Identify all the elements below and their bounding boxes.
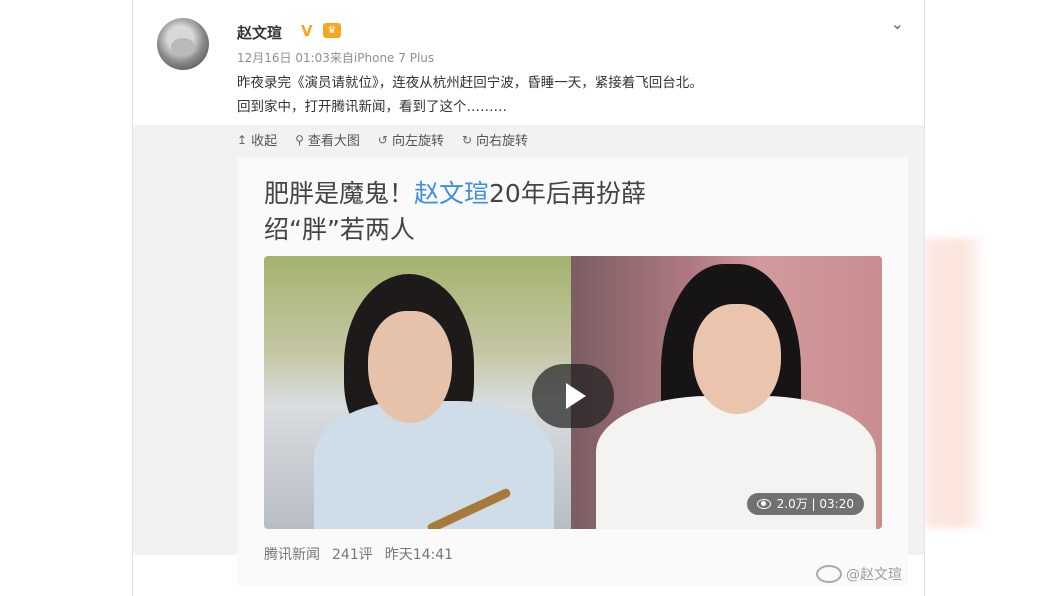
rotate-left-button[interactable]: ↺ 向左旋转	[377, 130, 444, 150]
rotate-left-label: 向左旋转	[391, 134, 444, 149]
thumbnail-left-image	[264, 256, 571, 529]
chevron-down-icon[interactable]: ⌄	[891, 14, 904, 33]
headline-suffix: 20年后再扮薛	[489, 179, 646, 208]
eye-icon	[756, 499, 771, 509]
post-meta: 12月16日 01:03来自iPhone 7 Plus	[237, 51, 435, 65]
news-headline[interactable]: 肥胖是魔鬼！赵文瑄20年后再扮薛 绍“胖”若两人	[264, 176, 824, 248]
watermark-text: @赵文瑄	[846, 567, 902, 583]
post-text: 昨夜录完《演员请就位》，连夜从杭州赶回宁波，昏睡一天，紧接着飞回台北。 回到家中…	[237, 71, 897, 119]
headline-prefix: 肥胖是魔鬼！	[264, 179, 415, 208]
news-preview[interactable]: 肥胖是魔鬼！赵文瑄20年后再扮薛 绍“胖”若两人 2.0万 | 03:20 腾讯…	[237, 158, 908, 586]
figure-face	[693, 304, 781, 414]
collapse-label: 收起	[251, 134, 278, 149]
rotate-left-icon: ↺	[377, 132, 388, 147]
rotate-right-label: 向右旋转	[476, 134, 529, 149]
view-large-button[interactable]: ⚲ 查看大图	[295, 130, 360, 150]
view-large-label: 查看大图	[307, 134, 360, 149]
media-toolbar: ↥ 收起 ⚲ 查看大图 ↺ 向左旋转 ↻ 向右旋转	[237, 130, 529, 150]
verified-icon: V	[301, 22, 313, 40]
crown-icon: ♛	[323, 23, 341, 38]
weibo-logo-icon	[816, 565, 842, 583]
collapse-button[interactable]: ↥ 收起	[237, 130, 278, 150]
video-stats-badge: 2.0万 | 03:20	[746, 493, 864, 515]
news-footer: 腾讯新闻 241评 昨天14:41	[264, 544, 453, 564]
headline-line2: 绍“胖”若两人	[264, 215, 415, 244]
post-text-line: 昨夜录完《演员请就位》，连夜从杭州赶回宁波，昏睡一天，紧接着飞回台北。	[237, 75, 703, 91]
figure-robe	[314, 401, 554, 529]
weibo-watermark: @赵文瑄	[816, 564, 902, 584]
arrow-up-icon: ↥	[237, 132, 248, 147]
video-stats: 2.0万 | 03:20	[776, 497, 854, 511]
play-icon[interactable]	[532, 364, 614, 428]
news-source: 腾讯新闻	[264, 547, 320, 563]
username[interactable]: 赵文瑄	[237, 22, 282, 43]
figure-face	[368, 311, 452, 423]
weibo-post-card: 赵文瑄 V ♛ 12月16日 01:03来自iPhone 7 Plus ⌄ 昨夜…	[132, 0, 925, 596]
rotate-right-icon: ↻	[461, 132, 473, 147]
headline-name-link[interactable]: 赵文瑄	[414, 179, 489, 208]
video-thumbnail[interactable]: 2.0万 | 03:20	[264, 256, 882, 529]
thumbnail-right-image	[571, 256, 882, 529]
rotate-right-button[interactable]: ↻ 向右旋转	[461, 130, 529, 150]
post-text-line: 回到家中，打开腾讯新闻，看到了这个………	[237, 99, 507, 115]
avatar[interactable]	[157, 18, 209, 70]
news-time: 昨天14:41	[384, 547, 454, 563]
background-blur	[925, 238, 987, 528]
news-comments: 241评	[332, 547, 373, 563]
search-icon: ⚲	[295, 132, 304, 147]
